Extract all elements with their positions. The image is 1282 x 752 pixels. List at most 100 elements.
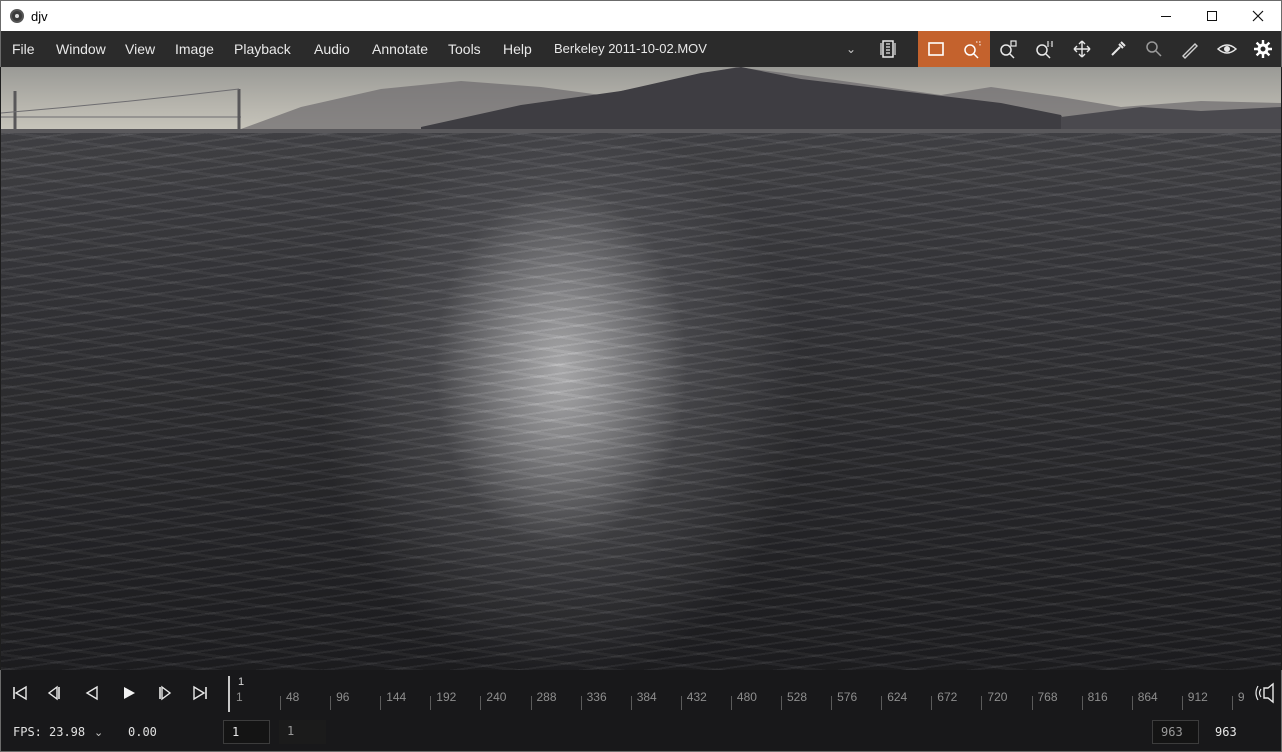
timeline-tick-label: 9	[1237, 690, 1245, 704]
menu-annotate[interactable]: Annotate	[372, 31, 428, 67]
timeline-tick-label: 912	[1187, 690, 1208, 704]
settings-gear-icon	[1254, 40, 1272, 58]
timeline-tick-mark	[480, 696, 482, 710]
timeline-tick-label: 768	[1037, 690, 1058, 704]
timeline-tick-mark	[1231, 696, 1233, 710]
step-forward-icon	[159, 685, 172, 701]
menu-view[interactable]: View	[125, 31, 155, 67]
timeline-tick-mark	[730, 696, 732, 710]
timeline-tick-label: 48	[286, 690, 300, 704]
title-bar: djv	[0, 0, 1282, 31]
timeline-tick-label: 480	[736, 690, 757, 704]
current-file-name: Berkeley 2011-10-02.MOV	[554, 41, 707, 56]
timeline-tick-label: 384	[636, 690, 657, 704]
timeline-tick-mark	[530, 696, 532, 710]
magnify-button[interactable]	[1136, 31, 1172, 67]
magnify-icon	[1146, 41, 1162, 57]
timeline-tick-mark	[580, 696, 582, 710]
timeline-tick-label: 288	[536, 690, 557, 704]
fps-chevron-down-icon[interactable]: ⌄	[94, 726, 103, 739]
maximize-button[interactable]	[1189, 1, 1235, 31]
minimize-icon	[1161, 15, 1171, 17]
current-frame-field[interactable]: 1	[279, 720, 326, 744]
in-point-field[interactable]: 1	[223, 720, 270, 744]
timeline-tick-label: 192	[436, 690, 457, 704]
go-to-end-button[interactable]	[185, 680, 215, 706]
maximize-icon	[1207, 11, 1217, 21]
timeline-tick-label: 720	[987, 690, 1008, 704]
timeline-tick-label: 240	[486, 690, 507, 704]
video-water	[1, 133, 1281, 670]
timeline-tick-mark	[781, 696, 782, 710]
timeline-tick-mark	[1031, 696, 1033, 710]
step-back-button[interactable]	[41, 680, 71, 706]
file-sequence-button[interactable]	[870, 31, 906, 67]
menu-window[interactable]: Window	[56, 31, 106, 67]
timeline-tick-mark	[1131, 696, 1133, 710]
audio-volume-button[interactable]	[1255, 682, 1277, 704]
zoom-one-to-one-button[interactable]	[1026, 31, 1062, 67]
play-reverse-button[interactable]	[77, 680, 107, 706]
menu-tools[interactable]: Tools	[448, 31, 481, 67]
timeline-tick-mark	[430, 696, 432, 710]
eye-button[interactable]	[1209, 31, 1245, 67]
timeline-tick-label: 672	[937, 690, 958, 704]
fps-value[interactable]: 23.98	[49, 725, 85, 739]
menu-playback[interactable]: Playback	[234, 31, 291, 67]
menu-help[interactable]: Help	[503, 31, 532, 67]
menu-bar: File Window View Image Playback Audio An…	[0, 31, 1282, 67]
frame-view-button[interactable]	[918, 31, 954, 67]
timeline-tick-label: 576	[837, 690, 858, 704]
timeline-tick-mark	[280, 696, 281, 710]
pan-move-icon	[1073, 40, 1091, 58]
eye-icon	[1217, 44, 1237, 54]
color-picker-icon	[1111, 41, 1126, 56]
timeline-tick-mark	[630, 696, 632, 710]
annotate-pen-button[interactable]	[1172, 31, 1208, 67]
timeline-tick-label: 96	[336, 690, 350, 704]
timeline-tick-label: 816	[1087, 690, 1108, 704]
pan-move-button[interactable]	[1064, 31, 1100, 67]
zoom-in-icon	[1000, 40, 1017, 59]
out-point-field[interactable]: 963	[1152, 720, 1199, 744]
playback-speed: 0.00	[128, 725, 157, 739]
zoom-fit-icon	[964, 41, 981, 59]
zoom-in-button[interactable]	[990, 31, 1026, 67]
close-button[interactable]	[1235, 1, 1281, 31]
timeline-tick-label: 144	[386, 690, 407, 704]
app-logo-icon	[10, 9, 24, 23]
timeline-current-frame: 1	[238, 676, 245, 688]
timeline-tick-label: 336	[586, 690, 607, 704]
skip-to-start-icon	[13, 685, 27, 701]
minimize-button[interactable]	[1143, 1, 1189, 31]
play-icon	[124, 687, 135, 699]
go-to-start-button[interactable]	[5, 680, 35, 706]
skip-to-end-icon	[193, 685, 207, 701]
timeline-tick-mark	[981, 696, 983, 710]
settings-button[interactable]	[1245, 31, 1281, 67]
color-picker-button[interactable]	[1100, 31, 1136, 67]
current-file-dropdown[interactable]: Berkeley 2011-10-02.MOV ⌄	[554, 31, 864, 67]
timeline-tick-label: 1	[236, 690, 243, 704]
timeline-slider[interactable]: 1 1 48 96 144 192 240 288 336 384 432 480 528 576 624…	[228, 676, 1253, 712]
chevron-down-icon: ⌄	[846, 42, 857, 56]
step-forward-button[interactable]	[148, 680, 178, 706]
play-button[interactable]	[114, 680, 144, 706]
play-reverse-icon	[85, 685, 98, 701]
timeline-tick-label: 528	[787, 690, 808, 704]
timeline-tick-mark	[1081, 696, 1083, 710]
menu-image[interactable]: Image	[175, 31, 214, 67]
timeline-tick-mark	[380, 696, 382, 710]
file-sequence-icon	[880, 40, 896, 58]
menu-file[interactable]: File	[12, 31, 35, 67]
zoom-fit-button[interactable]	[954, 31, 990, 67]
timeline-tick-label: 864	[1137, 690, 1158, 704]
fps-label: FPS:	[13, 725, 42, 739]
timeline-tick-mark	[330, 696, 332, 710]
timeline-tick-mark	[680, 696, 682, 710]
frame-view-icon	[928, 42, 944, 56]
video-viewport[interactable]	[1, 67, 1281, 670]
timeline-tick-mark	[931, 696, 933, 710]
menu-audio[interactable]: Audio	[314, 31, 350, 67]
duration-value: 963	[1215, 725, 1237, 739]
